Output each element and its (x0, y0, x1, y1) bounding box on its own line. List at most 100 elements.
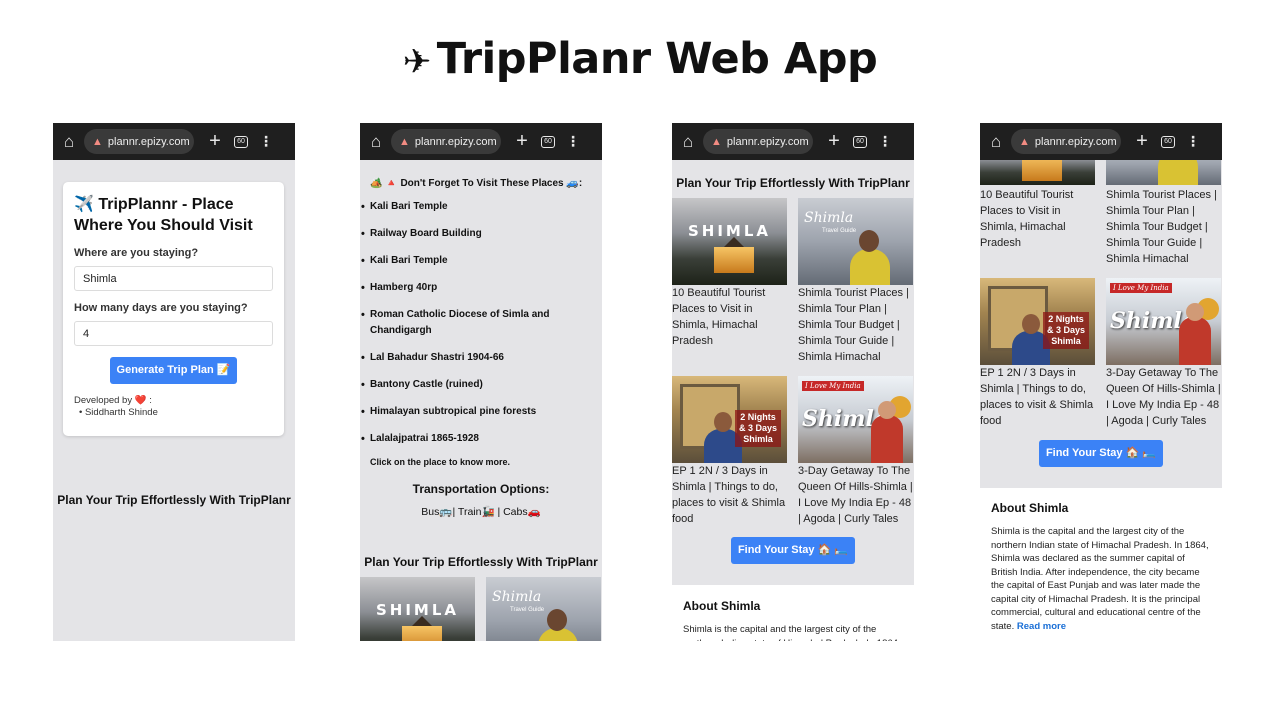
transport-heading: Transportation Options: (412, 482, 550, 496)
home-icon[interactable]: ⌂ (981, 132, 1011, 152)
person-image (871, 415, 903, 463)
video-caption[interactable]: Shimla Tourist Places | Shimla Tour Plan… (798, 285, 914, 365)
person-image (850, 249, 890, 285)
new-tab-icon[interactable]: + (1128, 130, 1156, 153)
person-head-image (547, 609, 567, 631)
address-bar[interactable]: ▲ plannr.epizy.com (391, 129, 501, 154)
menu-icon[interactable]: ⋮ (254, 133, 278, 150)
building-image (402, 616, 442, 641)
video-thumbnail[interactable]: Shimla Travel Guide (798, 198, 913, 285)
url-text: plannr.epizy.com (726, 135, 809, 148)
thumbnail-tag: I Love My India (1110, 283, 1172, 293)
thumbnail-text: Shimla (492, 589, 542, 605)
place-item[interactable]: Himalayan subtropical pine forests (360, 404, 580, 420)
new-tab-icon[interactable]: + (508, 130, 536, 153)
thumbnail-text: Shimla (804, 210, 854, 226)
url-text: plannr.epizy.com (414, 135, 497, 148)
browser-toolbar: ⌂ ▲ plannr.epizy.com + 60 ⋮ (980, 123, 1222, 160)
url-text: plannr.epizy.com (1034, 135, 1117, 148)
place-item[interactable]: Lalalajpatrai 1865-1928 (360, 431, 580, 447)
place-item[interactable]: Kali Bari Temple (360, 199, 580, 215)
tab-count-icon[interactable]: 60 (853, 135, 867, 148)
phone-screen-places: ⌂ ▲ plannr.epizy.com + 60 ⋮ 🏕️ 🔺 Don't Fo… (360, 123, 602, 641)
tab-count-icon[interactable]: 60 (234, 135, 248, 148)
tagline: Plan Your Trip Effortlessly With TripPla… (364, 555, 598, 569)
about-heading: About Shimla (683, 599, 761, 613)
developer-name: • Siddharth Shinde (79, 407, 158, 418)
video-caption[interactable]: 3-Day Getaway To The Queen Of Hills-Shim… (798, 463, 914, 527)
home-icon[interactable]: ⌂ (361, 132, 391, 152)
days-label: How many days are you staying? (74, 302, 248, 314)
place-item[interactable]: Bantony Castle (ruined) (360, 377, 580, 393)
tagline: Plan Your Trip Effortlessly With TripPla… (676, 176, 910, 190)
warning-icon: ▲ (399, 135, 410, 148)
place-item[interactable]: Kali Bari Temple (360, 253, 580, 269)
thumbnail-subtext: Travel Guide (822, 228, 857, 234)
trip-form-card: ✈️ TripPlannr - Place Where You Should V… (63, 182, 284, 436)
days-input[interactable]: 4 (74, 321, 273, 346)
page-title-text: TripPlanr Web App (436, 34, 878, 84)
thumbnail-text: 2 Nights & 3 Days Shimla (1043, 312, 1089, 349)
read-more-link[interactable]: Read more (1017, 621, 1066, 632)
airplane-icon: ✈ (402, 42, 432, 82)
about-section: About Shimla Shimla is the capital and t… (980, 488, 1222, 641)
video-thumbnail[interactable]: 2 Nights & 3 Days Shimla (980, 278, 1095, 365)
video-caption[interactable]: 10 Beautiful Tourist Places to Visit in … (672, 285, 788, 349)
video-caption[interactable]: EP 1 2N / 3 Days in Shimla | Things to d… (980, 365, 1096, 429)
video-caption[interactable]: EP 1 2N / 3 Days in Shimla | Things to d… (672, 463, 788, 527)
video-thumbnail[interactable]: SHIMLA (360, 577, 475, 641)
warning-icon: ▲ (711, 135, 722, 148)
video-caption[interactable]: 3-Day Getaway To The Queen Of Hills-Shim… (1106, 365, 1222, 429)
tagline: Plan Your Trip Effortlessly With TripPla… (57, 493, 291, 507)
home-icon[interactable]: ⌂ (54, 132, 84, 152)
about-text: Shimla is the capital and the largest ci… (991, 526, 1209, 632)
video-thumbnail[interactable]: SHIMLA (672, 198, 787, 285)
browser-toolbar: ⌂ ▲ plannr.epizy.com + 60 ⋮ (360, 123, 602, 160)
thumbnail-tag: I Love My India (802, 381, 864, 391)
place-item[interactable]: Roman Catholic Diocese of Simla and Chan… (360, 307, 580, 339)
menu-icon[interactable]: ⋮ (873, 133, 897, 150)
showcase-page: ✈ TripPlanr Web App ⌂ ▲ plannr.epizy.com +… (0, 0, 1280, 720)
video-caption[interactable]: 10 Beautiful Tourist Places to Visit in … (980, 187, 1096, 251)
person-head-image (1022, 314, 1040, 334)
click-note: Click on the place to know more. (370, 457, 511, 467)
video-thumbnail[interactable]: I Love My India Shimla (798, 376, 913, 463)
menu-icon[interactable]: ⋮ (1181, 133, 1205, 150)
address-bar[interactable]: ▲ plannr.epizy.com (703, 129, 813, 154)
generate-plan-button[interactable]: Generate Trip Plan 📝 (110, 357, 237, 384)
form-title: ✈️ TripPlannr - Place Where You Should V… (74, 196, 253, 234)
place-item[interactable]: Lal Bahadur Shastri 1904-66 (360, 350, 580, 366)
thumbnail-text: 2 Nights & 3 Days Shimla (735, 410, 781, 447)
staying-label: Where are you staying? (74, 247, 199, 259)
person-head-image (1186, 303, 1204, 321)
places-list: Kali Bari Temple Railway Board Building … (360, 199, 602, 458)
find-stay-button[interactable]: Find Your Stay 🏠 🛏️ (1039, 440, 1163, 467)
new-tab-icon[interactable]: + (820, 130, 848, 153)
place-item[interactable]: Railway Board Building (360, 226, 580, 242)
menu-icon[interactable]: ⋮ (561, 133, 585, 150)
phone-screen-about: 10 Beautiful Tourist Places to Visit in … (980, 123, 1222, 641)
person-head-image (714, 412, 732, 432)
home-icon[interactable]: ⌂ (673, 132, 703, 152)
places-heading: 🏕️ 🔺 Don't Forget To Visit These Places … (370, 178, 583, 189)
address-bar[interactable]: ▲ plannr.epizy.com (1011, 129, 1121, 154)
video-thumbnail[interactable]: Shimla Travel Guide (486, 577, 601, 641)
find-stay-button[interactable]: Find Your Stay 🏠 🛏️ (731, 537, 855, 564)
place-item[interactable]: Hamberg 40rp (360, 280, 580, 296)
video-thumbnail[interactable]: 2 Nights & 3 Days Shimla (672, 376, 787, 463)
phone-screen-videos: ⌂ ▲ plannr.epizy.com + 60 ⋮ Plan Your Tri… (672, 123, 914, 641)
transport-options: Bus🚌| Train🚂 | Cabs🚗 (421, 506, 541, 518)
thumbnail-subtext: Travel Guide (510, 607, 545, 613)
video-caption[interactable]: Shimla Tourist Places | Shimla Tour Plan… (1106, 187, 1222, 267)
building-image (714, 237, 754, 273)
video-thumbnail[interactable]: I Love My India Shimla (1106, 278, 1221, 365)
warning-icon: ▲ (92, 135, 103, 148)
address-bar[interactable]: ▲ plannr.epizy.com (84, 129, 194, 154)
person-image (1179, 317, 1211, 365)
tab-count-icon[interactable]: 60 (1161, 135, 1175, 148)
staying-input[interactable]: Shimla (74, 266, 273, 291)
about-text: Shimla is the capital and the largest ci… (683, 624, 898, 641)
about-heading: About Shimla (991, 501, 1069, 515)
new-tab-icon[interactable]: + (201, 130, 229, 153)
tab-count-icon[interactable]: 60 (541, 135, 555, 148)
